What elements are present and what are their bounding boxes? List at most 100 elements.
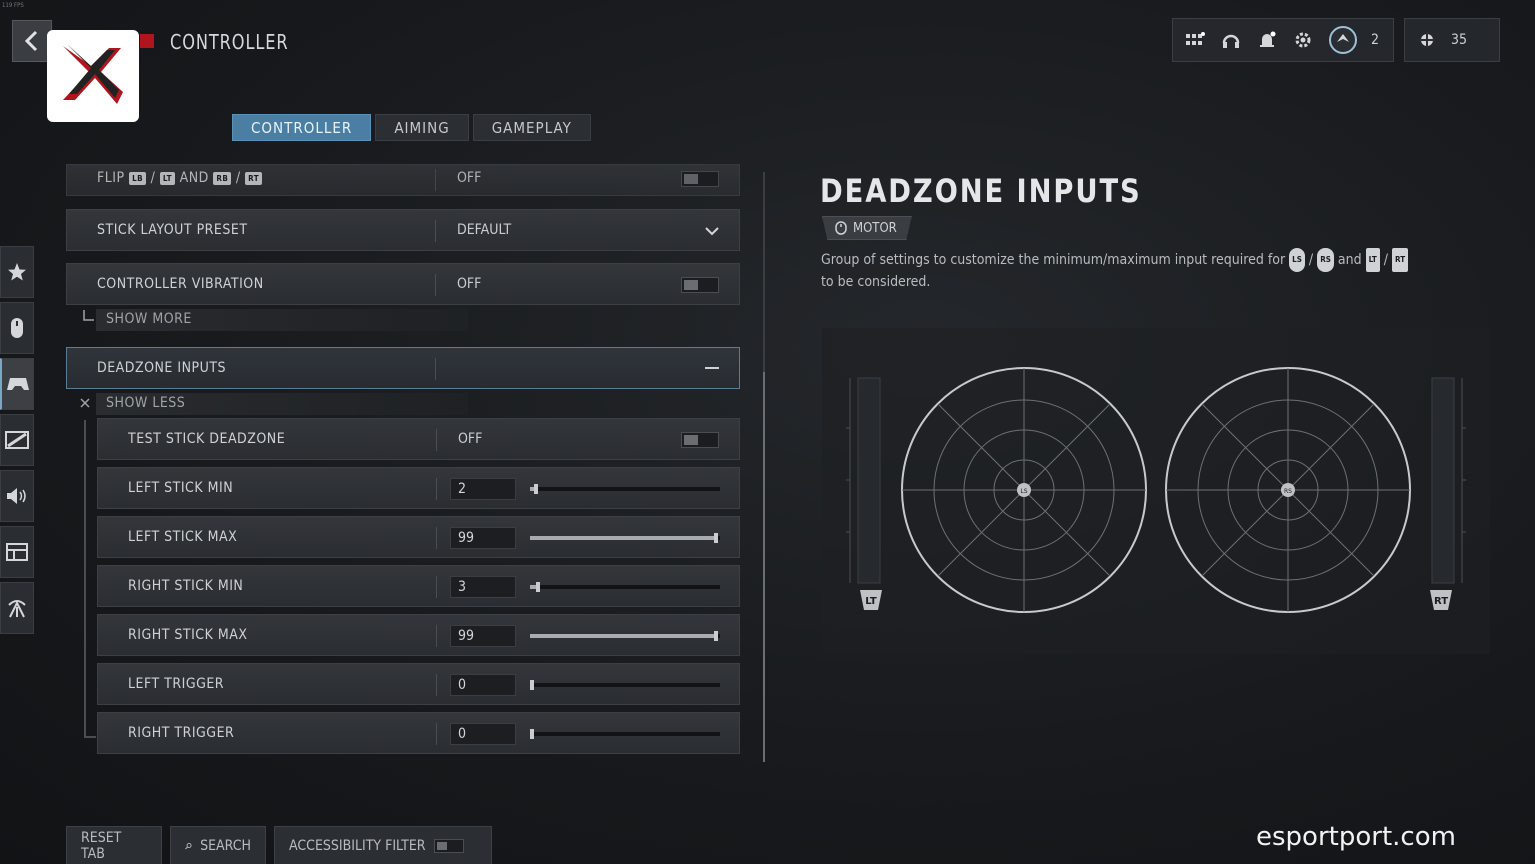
toggle-switch[interactable] <box>681 432 719 448</box>
row-flip-bumpers[interactable]: FLIP LB / LT AND RB / RT OFF <box>66 164 740 196</box>
page-title: CONTROLLER <box>170 30 289 54</box>
slider-fill <box>530 634 715 638</box>
rail-mouse[interactable] <box>0 302 34 354</box>
slider-handle[interactable] <box>530 729 534 739</box>
headset-icon[interactable] <box>1219 28 1243 52</box>
tab-controller[interactable]: CONTROLLER <box>232 114 372 141</box>
bell-icon[interactable] <box>1255 28 1279 52</box>
value-input[interactable]: 0 <box>450 674 516 696</box>
row-label: LEFT STICK MIN <box>128 480 234 496</box>
value-input[interactable]: 99 <box>450 527 516 549</box>
chevron-left-icon <box>24 30 38 52</box>
row-label: STICK LAYOUT PRESET <box>97 222 248 238</box>
row-value: OFF <box>457 276 482 292</box>
row-test-stick-deadzone[interactable]: TEST STICK DEADZONE OFF <box>97 418 740 460</box>
tab-bar: CONTROLLER AIMING GAMEPLAY <box>232 114 591 141</box>
slider-handle[interactable] <box>714 533 719 543</box>
tab-aiming[interactable]: AIMING <box>375 114 469 141</box>
lb-icon: LB <box>129 171 147 185</box>
show-more-link[interactable]: SHOW MORE <box>106 311 192 327</box>
rb-icon: RB <box>213 171 232 185</box>
fps-counter: 119 FPS <box>2 2 24 9</box>
rail-interface[interactable] <box>0 526 34 578</box>
slider-handle[interactable] <box>533 484 538 494</box>
speaker-icon <box>7 488 26 504</box>
row-label: RIGHT STICK MIN <box>128 578 244 594</box>
row-slider-setting[interactable]: LEFT STICK MAX 99 <box>97 516 740 558</box>
row-label: RIGHT STICK MAX <box>128 627 248 643</box>
accessibility-filter-label: ACCESSIBILITY FILTER <box>289 838 426 854</box>
slider-track[interactable] <box>530 631 720 641</box>
red-tag-icon <box>140 34 154 48</box>
toggle-switch[interactable] <box>681 277 719 293</box>
toggle-switch[interactable] <box>681 171 719 187</box>
hud-icons: 2 <box>1172 18 1394 62</box>
slider-handle[interactable] <box>530 680 534 690</box>
rail-graphics[interactable] <box>0 414 34 466</box>
rt-icon: RT <box>1392 248 1409 272</box>
search-button[interactable]: SEARCH <box>170 826 266 864</box>
gear-icon[interactable] <box>1291 28 1315 52</box>
row-slider-setting[interactable]: RIGHT TRIGGER 0 <box>97 712 740 754</box>
svg-text:LS: LS <box>1020 488 1027 495</box>
value-input[interactable]: 99 <box>450 625 516 647</box>
row-slider-setting[interactable]: LEFT STICK MIN 2 <box>97 467 740 509</box>
row-label: TEST STICK DEADZONE <box>128 431 286 447</box>
rail-favorites[interactable] <box>0 246 34 298</box>
grid-apps-icon[interactable] <box>1183 28 1207 52</box>
row-stick-layout-preset[interactable]: STICK LAYOUT PRESET DEFAULT <box>66 209 740 251</box>
slider-track[interactable] <box>530 533 720 543</box>
close-icon[interactable] <box>79 397 91 409</box>
ls-icon: LS <box>1289 248 1305 272</box>
tree-line <box>84 420 86 738</box>
rs-icon: RS <box>1317 248 1334 272</box>
value-input[interactable]: 0 <box>450 723 516 745</box>
tree-foot <box>84 736 96 738</box>
search-icon <box>185 843 192 850</box>
row-slider-setting[interactable]: RIGHT STICK MIN 3 <box>97 565 740 607</box>
slider-fill <box>530 536 715 540</box>
reset-tab-button[interactable]: RESET TAB <box>66 826 162 864</box>
rail-network[interactable] <box>0 582 34 634</box>
row-slider-setting[interactable]: RIGHT STICK MAX 99 <box>97 614 740 656</box>
deadzone-visualizer: LT RT LS RS <box>822 328 1490 654</box>
row-controller-vibration[interactable]: CONTROLLER VIBRATION OFF <box>66 263 740 305</box>
rail-controller[interactable] <box>0 358 34 410</box>
currency-icon <box>1415 28 1439 52</box>
side-rail <box>0 246 34 638</box>
lt-icon: LT <box>1365 248 1380 272</box>
collapse-minus-icon[interactable] <box>705 367 719 369</box>
toggle-switch[interactable] <box>433 839 464 853</box>
deadzone-diagram: LT RT LS RS <box>846 367 1466 613</box>
tab-gameplay[interactable]: GAMEPLAY <box>472 114 591 141</box>
currency-box[interactable]: 35 <box>1404 18 1500 62</box>
slider-handle[interactable] <box>535 582 540 592</box>
slider-track[interactable] <box>530 680 720 690</box>
slider-track[interactable] <box>530 582 720 592</box>
back-button[interactable] <box>12 20 52 62</box>
rail-audio[interactable] <box>0 470 34 522</box>
value-input[interactable]: 3 <box>450 576 516 598</box>
site-logo <box>47 30 139 122</box>
mouse-icon <box>11 318 23 338</box>
motor-tag-label: MOTOR <box>853 220 897 236</box>
rt-icon: RT <box>245 171 263 185</box>
row-value: OFF <box>458 431 483 447</box>
network-icon <box>8 600 26 618</box>
rank-emblem-icon[interactable] <box>1327 26 1359 54</box>
chevron-down-icon[interactable] <box>703 222 721 240</box>
slider-handle[interactable] <box>714 631 719 641</box>
slider-track[interactable] <box>530 729 720 739</box>
row-label: LEFT STICK MAX <box>128 529 238 545</box>
row-label: LEFT TRIGGER <box>128 676 225 692</box>
panel-title: DEADZONE INPUTS <box>820 172 1142 210</box>
accessibility-filter-button[interactable]: ACCESSIBILITY FILTER <box>274 826 492 864</box>
scrollbar-thumb[interactable] <box>763 372 765 762</box>
value-input[interactable]: 2 <box>450 478 516 500</box>
row-slider-setting[interactable]: LEFT TRIGGER 0 <box>97 663 740 705</box>
x-logo-icon <box>63 44 123 104</box>
show-less-link[interactable]: SHOW LESS <box>106 395 185 411</box>
row-deadzone-inputs[interactable]: DEADZONE INPUTS <box>66 347 740 389</box>
lt-trigger-label: LT <box>865 596 877 607</box>
slider-track[interactable] <box>530 484 720 494</box>
